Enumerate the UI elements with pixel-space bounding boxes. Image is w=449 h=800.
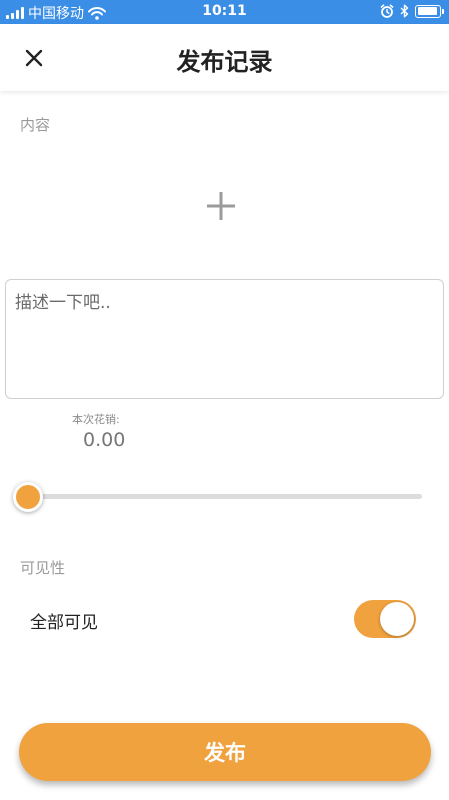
- toggle-knob: [380, 602, 414, 636]
- add-media-button[interactable]: [191, 176, 251, 236]
- cost-label: 本次花销:: [72, 413, 120, 426]
- slider-track: [28, 494, 422, 499]
- cost-value: 0.00: [83, 429, 126, 451]
- description-input[interactable]: [5, 279, 444, 399]
- nav-bar: 发布记录: [0, 24, 449, 91]
- battery-icon: [415, 4, 444, 18]
- content-section-label: 内容: [20, 116, 51, 134]
- status-right: [380, 4, 444, 18]
- publish-button[interactable]: 发布: [19, 723, 431, 781]
- status-bar: 中国移动 10:11: [0, 0, 449, 24]
- battery-level: [417, 7, 438, 15]
- slider-thumb[interactable]: [13, 482, 43, 512]
- visibility-option-label: 全部可见: [30, 613, 98, 633]
- close-icon: [25, 49, 43, 67]
- bluetooth-icon: [400, 4, 409, 18]
- page-title: 发布记录: [176, 48, 273, 76]
- alarm-icon: [380, 4, 394, 18]
- close-button[interactable]: [14, 38, 54, 78]
- visibility-section-label: 可见性: [20, 559, 66, 577]
- plus-icon: [207, 192, 235, 220]
- cost-slider[interactable]: [13, 482, 422, 512]
- visibility-row: 全部可见: [0, 598, 449, 640]
- visibility-toggle[interactable]: [354, 600, 416, 638]
